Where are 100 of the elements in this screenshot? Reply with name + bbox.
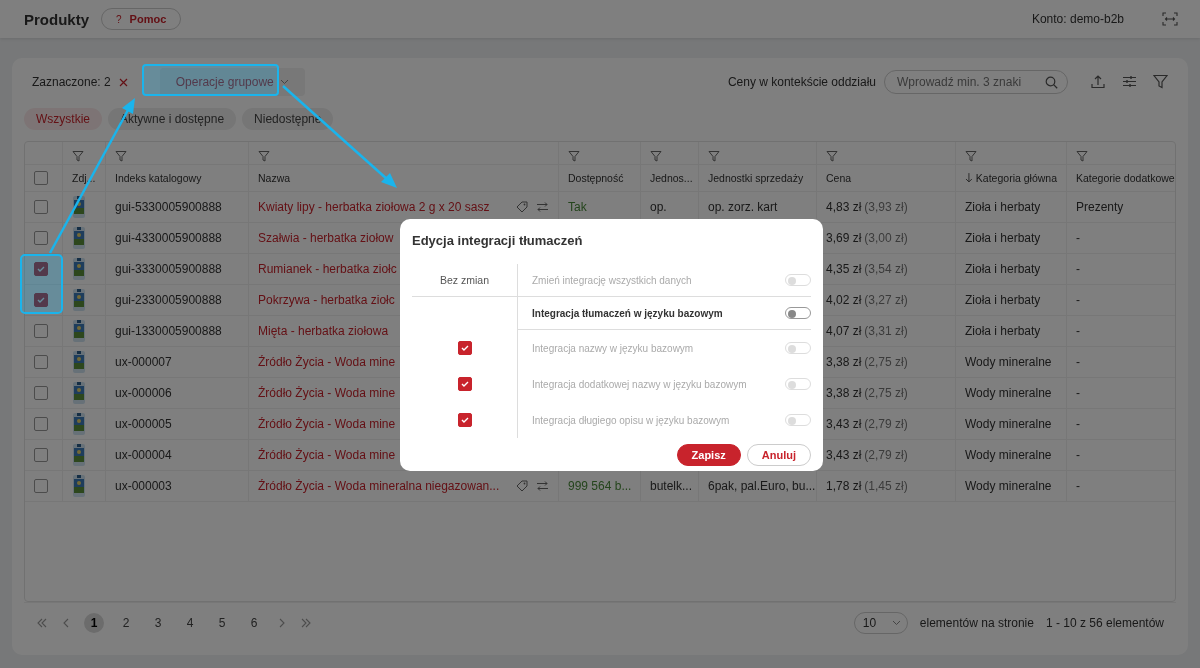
column-header[interactable]: Dostępność: [568, 172, 624, 184]
filter-chip[interactable]: Niedostępne: [242, 108, 334, 130]
table-cell: -: [1076, 448, 1080, 462]
dialog-title: Edycja integracji tłumaczeń: [412, 233, 584, 248]
tag-icon[interactable]: [516, 201, 528, 213]
first-page-icon[interactable]: [36, 617, 48, 629]
net-price: (2,75 zł): [864, 386, 908, 400]
table-cell: -: [1076, 355, 1080, 369]
table-cell: Zioła i herbaty: [965, 324, 1041, 338]
highlight-frame: [20, 254, 63, 314]
table-cell: Zioła i herbaty: [965, 200, 1041, 214]
table-cell: -: [1076, 417, 1080, 431]
filter-icon[interactable]: [650, 150, 662, 162]
swap-icon[interactable]: [536, 480, 549, 492]
save-button[interactable]: Zapisz: [676, 444, 741, 466]
filter-icon[interactable]: [1153, 74, 1168, 89]
toggle-switch[interactable]: [785, 307, 811, 319]
upload-icon[interactable]: [1090, 74, 1106, 90]
chevron-down-icon: [279, 79, 289, 85]
table-cell: Wody mineralne: [965, 355, 1052, 369]
table-cell: Wody mineralne: [965, 386, 1052, 400]
option-label: Integracja dodatkowej nazwy w języku bazowym: [532, 378, 747, 390]
close-icon[interactable]: [118, 77, 128, 87]
option-label: Integracja tłumaczeń w języku bazowym: [532, 307, 723, 319]
sort-arrow-icon[interactable]: [965, 173, 973, 183]
selection-count: Zaznaczone: 2: [32, 75, 111, 89]
gross-price: 3,43 zł: [826, 417, 862, 431]
table-cell: Wody mineralne: [965, 417, 1052, 431]
gross-price: 3,43 zł: [826, 448, 862, 462]
table-cell: ux-000003: [115, 479, 172, 493]
table-cell: gui-4330005900888: [115, 231, 222, 245]
page-button[interactable]: 3: [148, 613, 168, 633]
tag-icon[interactable]: [516, 480, 528, 492]
fullscreen-icon[interactable]: [1162, 12, 1178, 26]
table-cell: gui-5330005900888: [115, 200, 222, 214]
column-header[interactable]: Indeks katalogowy: [115, 172, 202, 184]
gross-price: 3,69 zł: [826, 231, 862, 245]
table-cell: gui-2330005900888: [115, 293, 222, 307]
row-checkbox[interactable]: [34, 200, 48, 214]
table-cell: gui-3330005900888: [115, 262, 222, 276]
column-header[interactable]: Kategoria główna: [975, 172, 1057, 184]
table-cell: Zioła i herbaty: [965, 262, 1041, 276]
filter-icon[interactable]: [115, 150, 127, 162]
column-header[interactable]: Cena: [826, 172, 852, 184]
gross-price: 4,07 zł: [826, 324, 862, 338]
checkmark-icon: [36, 295, 46, 305]
table-cell: butelk...: [650, 479, 693, 493]
table-cell: -: [1076, 293, 1080, 307]
filter-icon[interactable]: [965, 150, 977, 162]
filter-icon[interactable]: [72, 150, 84, 162]
row-checkbox[interactable]: [34, 293, 48, 307]
last-page-icon[interactable]: [300, 617, 312, 629]
product-link[interactable]: Kwiaty lipy - herbatka ziołowa 2 g x 20 sasz: [258, 200, 512, 214]
net-price: (2,79 zł): [864, 417, 908, 431]
column-header[interactable]: Nazwa: [258, 172, 291, 184]
filter-icon[interactable]: [708, 150, 720, 162]
column-header[interactable]: Kategorie dodatkowe: [1076, 172, 1175, 184]
column-header[interactable]: Jednostki sprzedaży: [708, 172, 804, 184]
table-cell: ux-000007: [115, 355, 172, 369]
search-icon[interactable]: [1045, 75, 1058, 89]
help-button[interactable]: ? Pomoc: [101, 8, 182, 30]
row-checkbox[interactable]: [34, 417, 48, 431]
checkmark-icon: [36, 264, 46, 274]
page-button[interactable]: 1: [84, 613, 104, 633]
filter-icon[interactable]: [258, 150, 270, 162]
row-checkbox[interactable]: [34, 262, 48, 276]
net-price: (3,54 zł): [864, 262, 908, 276]
cancel-button[interactable]: Anuluj: [746, 444, 811, 466]
filter-icon[interactable]: [568, 150, 580, 162]
table-cell: gui-1330005900888: [115, 324, 222, 338]
page-title: Produkty: [24, 10, 89, 28]
swap-icon[interactable]: [536, 201, 549, 213]
table-cell: -: [1076, 262, 1080, 276]
table-cell: ux-000006: [115, 386, 172, 400]
option-label: Integracja długiego opisu w języku bazowym: [532, 414, 730, 426]
row-checkbox[interactable]: [34, 324, 48, 338]
table-cell: op. zorz. kart: [708, 200, 778, 214]
select-all-checkbox[interactable]: [34, 171, 48, 185]
table-cell: Tak: [568, 200, 587, 214]
filter-chip[interactable]: Wszystkie: [24, 108, 102, 130]
row-checkbox[interactable]: [34, 231, 48, 245]
filter-icon[interactable]: [826, 150, 838, 162]
row-checkbox[interactable]: [34, 448, 48, 462]
table-cell: op.: [650, 200, 667, 214]
product-link[interactable]: Źródło Życia - Woda mineralna niegazowan...: [258, 479, 512, 493]
row-checkbox[interactable]: [34, 386, 48, 400]
page-button[interactable]: 2: [116, 613, 136, 633]
sliders-icon[interactable]: [1122, 74, 1137, 89]
page-button[interactable]: 4: [180, 613, 200, 633]
option-label: Zmień integrację wszystkich danych: [532, 274, 692, 286]
row-checkbox[interactable]: [34, 479, 48, 493]
filter-icon[interactable]: [1076, 150, 1088, 162]
gross-price: 3,38 zł: [826, 386, 862, 400]
bulk-actions-button[interactable]: Operacje grupowe: [159, 68, 305, 96]
page-button[interactable]: 6: [244, 613, 264, 633]
net-price: (2,75 zł): [864, 355, 908, 369]
checkmark-icon: [459, 415, 470, 425]
row-checkbox[interactable]: [34, 355, 48, 369]
page-button[interactable]: 5: [212, 613, 232, 633]
column-header[interactable]: Jednos...: [650, 172, 693, 184]
